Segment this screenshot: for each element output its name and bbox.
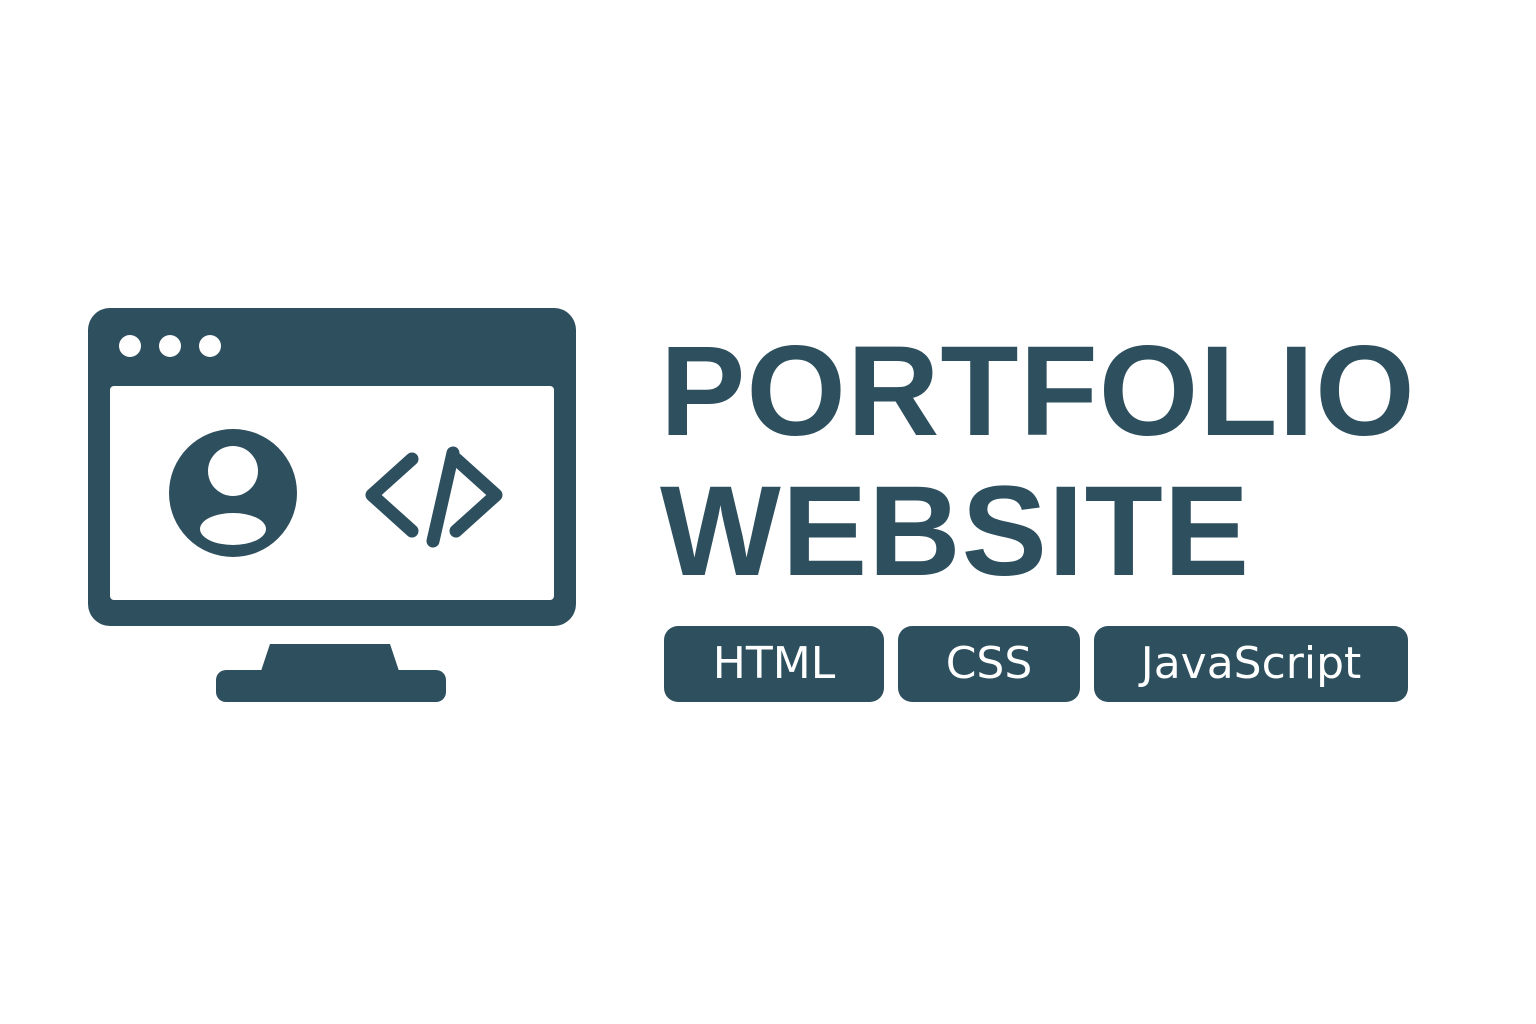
title-line-1: PORTFOLIO [660, 320, 1416, 463]
page-title: PORTFOLIO WEBSITE [660, 322, 1480, 602]
window-dot-icon [119, 335, 141, 357]
tag-css[interactable]: CSS [898, 626, 1080, 702]
tag-html[interactable]: HTML [664, 626, 884, 702]
monitor-icon [88, 308, 576, 702]
tag-javascript[interactable]: JavaScript [1094, 626, 1408, 702]
title-line-2: WEBSITE [660, 460, 1251, 603]
window-dot-icon [159, 335, 181, 357]
monitor-stand [260, 644, 400, 674]
window-dot-icon [199, 335, 221, 357]
user-avatar-icon [169, 429, 297, 557]
monitor-base [216, 670, 446, 702]
logo-canvas: PORTFOLIO WEBSITE HTML CSS JavaScript [0, 0, 1536, 1024]
tech-tag-list: HTML CSS JavaScript [664, 626, 1408, 702]
